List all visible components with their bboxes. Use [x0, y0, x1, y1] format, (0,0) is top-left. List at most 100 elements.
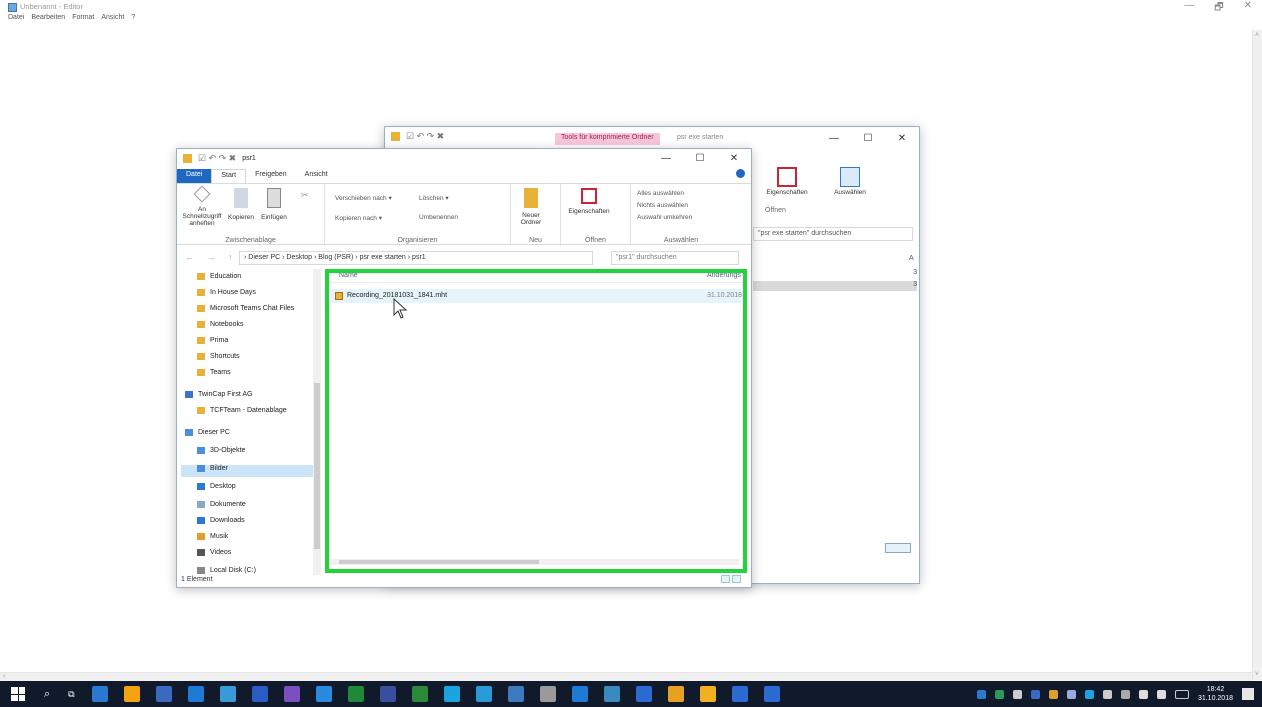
nav-scroll-thumb[interactable]	[314, 383, 320, 549]
taskbar-app-icon[interactable]	[507, 686, 524, 702]
scroll-thumb[interactable]	[339, 560, 539, 564]
close-button[interactable]: ✕	[885, 129, 919, 149]
large-icons-view-button[interactable]	[732, 575, 741, 583]
taskbar-app-icon[interactable]	[155, 686, 172, 702]
scroll-up-icon[interactable]: ˄	[1255, 32, 1259, 39]
nav-item[interactable]: Local Disk (C:)	[197, 567, 256, 574]
tab-start[interactable]: Start	[211, 169, 247, 183]
explorer-window-psr1[interactable]: ☑ ↶ ↷ ✖ psr1 — ☐ ✕ Datei Start Freigeben…	[176, 148, 752, 588]
nav-item[interactable]: Dokumente	[197, 501, 246, 508]
taskbar-app-icon[interactable]	[347, 686, 364, 702]
cut-icon[interactable]: ✂	[301, 190, 309, 201]
nav-item[interactable]: TCFTeam - Datenablage	[197, 407, 287, 414]
search-field[interactable]: "psr1" durchsuchen	[611, 251, 739, 265]
taskbar-app-icon[interactable]	[443, 686, 460, 702]
tray-icon[interactable]	[994, 689, 1004, 699]
taskbar-app-icon[interactable]	[635, 686, 652, 702]
tray-icon[interactable]	[1012, 689, 1022, 699]
pin-button[interactable]: An Schnellzugriff anheften	[179, 185, 225, 227]
notepad-vertical-scrollbar[interactable]: ˄ ˅	[1252, 30, 1262, 680]
view-toggle[interactable]	[885, 543, 911, 553]
tray-icon[interactable]	[1066, 689, 1076, 699]
taskbar-app-icon[interactable]	[219, 686, 236, 702]
details-view-button[interactable]	[721, 575, 730, 583]
menu-help[interactable]: ?	[131, 14, 135, 26]
horizontal-scrollbar[interactable]	[329, 559, 739, 565]
scroll-left-icon[interactable]: ‹	[3, 673, 5, 680]
clock[interactable]: 18:42 31.10.2018	[1198, 685, 1233, 703]
search-field[interactable]: "psr exe starten" durchsuchen	[753, 227, 913, 241]
taskbar-app-icon[interactable]	[571, 686, 588, 702]
taskbar-app-icon[interactable]	[379, 686, 396, 702]
tab-datei[interactable]: Datei	[177, 169, 212, 183]
nav-item[interactable]: Education	[197, 273, 241, 280]
taskbar-app-icon[interactable]	[91, 686, 108, 702]
help-icon[interactable]	[736, 169, 745, 178]
nav-item[interactable]: TwinCap First AG	[185, 391, 252, 398]
select-button[interactable]: Auswählen	[825, 167, 875, 196]
language-icon[interactable]	[1156, 689, 1166, 699]
pen-icon[interactable]	[1120, 689, 1130, 699]
taskbar-app-icon[interactable]	[123, 686, 140, 702]
delete-button[interactable]: Löschen ▾	[419, 194, 449, 202]
nav-item[interactable]: Dieser PC	[185, 429, 230, 436]
keyboard-icon[interactable]	[1174, 689, 1189, 699]
taskbar-app-icon[interactable]	[763, 686, 780, 702]
taskbar-app-icon[interactable]	[699, 686, 716, 702]
notification-icon[interactable]	[1242, 688, 1254, 700]
context-tab-compressed[interactable]: Tools für komprimierte Ordner	[555, 133, 660, 145]
taskbar-app-icon[interactable]	[411, 686, 428, 702]
navigation-buttons[interactable]: ← → ↑	[185, 252, 238, 262]
nav-item[interactable]: 3D-Objekte	[197, 447, 245, 454]
maximize-button[interactable]: ☐	[851, 129, 885, 149]
tray-icon[interactable]	[976, 689, 986, 699]
address-path[interactable]: › Dieser PC › Desktop › Blog (PSR) › psr…	[239, 251, 593, 265]
nav-item[interactable]: Notebooks	[197, 321, 243, 328]
copy-button[interactable]: Kopieren	[227, 188, 255, 221]
taskbar-app-icon[interactable]	[475, 686, 492, 702]
nav-item[interactable]: Videos	[197, 549, 231, 556]
menu-ansicht[interactable]: Ansicht	[101, 14, 124, 26]
column-modified[interactable]: Änderungs	[707, 272, 741, 279]
minimize-button[interactable]: —	[649, 149, 683, 169]
taskbar-app-icon[interactable]	[667, 686, 684, 702]
onedrive-icon[interactable]	[1084, 689, 1094, 699]
properties-button[interactable]: Eigenschaften	[757, 167, 817, 196]
move-to-button[interactable]: Verschieben nach ▾	[335, 194, 392, 202]
taskbar-app-icon[interactable]	[315, 686, 332, 702]
task-view-icon[interactable]: ⧉	[68, 689, 74, 700]
copy-to-button[interactable]: Kopieren nach ▾	[335, 214, 382, 222]
nav-item[interactable]: Teams	[197, 369, 231, 376]
paste-button[interactable]: Einfügen	[257, 188, 291, 221]
maximize-button[interactable]: ☐	[683, 149, 717, 169]
taskbar-app-icon[interactable]	[251, 686, 268, 702]
nav-item[interactable]: In House Days	[197, 289, 256, 296]
tab-freigeben[interactable]: Freigeben	[246, 169, 296, 183]
nav-item[interactable]: Desktop	[197, 483, 236, 490]
search-icon[interactable]: ⌕	[44, 688, 50, 701]
scroll-down-icon[interactable]: ˅	[1255, 671, 1259, 678]
minimize-button[interactable]: —	[1184, 0, 1194, 14]
nav-item[interactable]: Prima	[197, 337, 228, 344]
close-button[interactable]: ✕	[1244, 0, 1252, 14]
nav-item[interactable]: Downloads	[197, 517, 245, 524]
network-icon[interactable]	[1102, 689, 1112, 699]
taskbar-app-icon[interactable]	[539, 686, 556, 702]
properties-button[interactable]: Eigenschaften	[567, 188, 611, 215]
new-folder-button[interactable]: Neuer Ordner	[517, 188, 545, 226]
start-button[interactable]	[11, 687, 25, 701]
menu-bearbeiten[interactable]: Bearbeiten	[31, 14, 65, 26]
taskbar-app-icon[interactable]	[187, 686, 204, 702]
tab-ansicht[interactable]: Ansicht	[296, 169, 337, 183]
nav-item[interactable]: Microsoft Teams Chat Files	[197, 305, 294, 312]
restore-button[interactable]: 🗗	[1214, 0, 1223, 14]
volume-icon[interactable]	[1138, 689, 1148, 699]
nav-item[interactable]: Shortcuts	[197, 353, 240, 360]
tray-icon[interactable]	[1048, 689, 1058, 699]
column-name[interactable]: Name	[339, 272, 358, 279]
taskbar-app-icon[interactable]	[283, 686, 300, 702]
nav-item[interactable]: Musik	[197, 533, 228, 540]
menu-format[interactable]: Format	[72, 14, 94, 26]
tray-icon[interactable]	[1030, 689, 1040, 699]
select-all-button[interactable]: Alles auswählen	[637, 190, 684, 197]
